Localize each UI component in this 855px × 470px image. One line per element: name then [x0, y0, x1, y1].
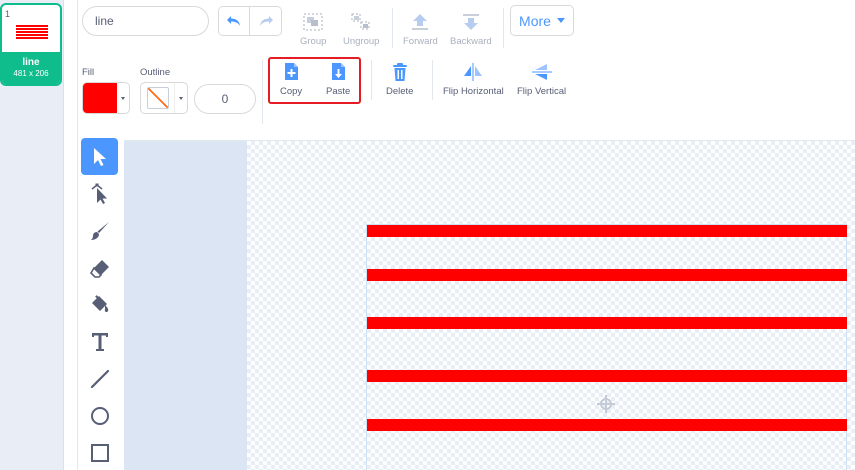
undo-redo-group: [218, 6, 282, 36]
flip-horizontal-button[interactable]: Flip Horizontal: [443, 62, 504, 97]
circle-tool[interactable]: [81, 397, 118, 434]
flip-horizontal-label: Flip Horizontal: [443, 86, 504, 97]
costume-thumbnail: [16, 25, 48, 39]
paint-canvas-area[interactable]: [124, 140, 855, 470]
red-line-shape[interactable]: [367, 317, 847, 329]
outline-color-picker[interactable]: [140, 82, 188, 114]
outline-width-input[interactable]: [194, 84, 256, 114]
fill-color-picker[interactable]: [82, 82, 130, 114]
ungroup-icon: [351, 13, 370, 30]
red-line-shape[interactable]: [367, 225, 847, 237]
copy-paste-highlight: [268, 57, 361, 104]
more-label: More: [519, 12, 551, 29]
group-icon: [303, 13, 323, 31]
paint-bucket-icon: [91, 294, 108, 312]
reshape-tool[interactable]: [81, 175, 118, 212]
costume-footer: line 481 x 206: [2, 52, 60, 84]
redo-icon: [259, 16, 273, 26]
outline-label: Outline: [140, 67, 171, 78]
brush-icon: [90, 221, 109, 240]
backward-button[interactable]: Backward: [450, 12, 492, 47]
reshape-icon: [91, 183, 107, 204]
toolbar-separator: [432, 60, 433, 100]
costume-name: line: [22, 57, 40, 68]
group-button[interactable]: Group: [300, 12, 326, 47]
eraser-tool[interactable]: [81, 249, 118, 286]
more-button[interactable]: More: [510, 5, 574, 36]
delete-label: Delete: [386, 86, 414, 97]
backward-icon: [462, 14, 479, 30]
toolbar-separator: [262, 60, 263, 124]
toolbar-separator: [503, 8, 504, 48]
line-tool[interactable]: [81, 360, 118, 397]
select-arrow-icon: [93, 147, 106, 166]
toolbar-separator: [371, 60, 372, 100]
fill-color-swatch: [83, 83, 117, 113]
costume-bounds: [366, 224, 847, 470]
toolbar-separator: [392, 8, 393, 48]
costume-size: 481 x 206: [13, 69, 49, 78]
chevron-down-icon: [556, 18, 565, 23]
tools-palette: [81, 138, 121, 470]
fill-tool[interactable]: [81, 286, 118, 323]
select-tool[interactable]: [81, 138, 118, 175]
ungroup-label: Ungroup: [343, 36, 380, 47]
forward-button[interactable]: Forward: [403, 12, 438, 47]
costume-list: 1 line 481 x 206: [0, 0, 64, 470]
chevron-down-icon: [117, 83, 129, 113]
flip-vertical-icon: [531, 64, 552, 80]
rectangle-tool[interactable]: [81, 434, 118, 470]
group-label: Group: [300, 36, 327, 47]
undo-icon: [227, 16, 240, 26]
red-line-shape[interactable]: [367, 370, 847, 382]
circle-icon: [90, 406, 109, 425]
forward-label: Forward: [403, 36, 438, 47]
costume-name-input[interactable]: [82, 6, 209, 36]
flip-vertical-button[interactable]: Flip Vertical: [517, 62, 566, 97]
fill-label: Fill: [82, 67, 95, 78]
costume-tile[interactable]: 1 line 481 x 206: [0, 3, 62, 86]
brush-tool[interactable]: [81, 212, 118, 249]
outline-none-swatch: [141, 83, 175, 113]
red-line-shape[interactable]: [367, 269, 847, 281]
rotation-center-icon: [597, 395, 615, 413]
forward-icon: [412, 14, 429, 30]
delete-button[interactable]: Delete: [386, 62, 413, 97]
text-icon: [91, 332, 108, 351]
costume-number: 1: [5, 9, 11, 19]
flip-horizontal-icon: [464, 63, 483, 81]
text-tool[interactable]: [81, 323, 118, 360]
rectangle-icon: [90, 443, 109, 462]
redo-button[interactable]: [250, 7, 281, 35]
backward-label: Backward: [450, 36, 492, 47]
panel-divider: [64, 0, 78, 470]
eraser-icon: [89, 259, 109, 278]
trash-icon: [392, 63, 407, 81]
red-line-shape[interactable]: [367, 419, 847, 431]
flip-vertical-label: Flip Vertical: [517, 86, 567, 97]
line-icon: [90, 369, 109, 388]
undo-button[interactable]: [219, 7, 251, 35]
chevron-down-icon: [175, 83, 187, 113]
ungroup-button[interactable]: Ungroup: [343, 12, 379, 47]
